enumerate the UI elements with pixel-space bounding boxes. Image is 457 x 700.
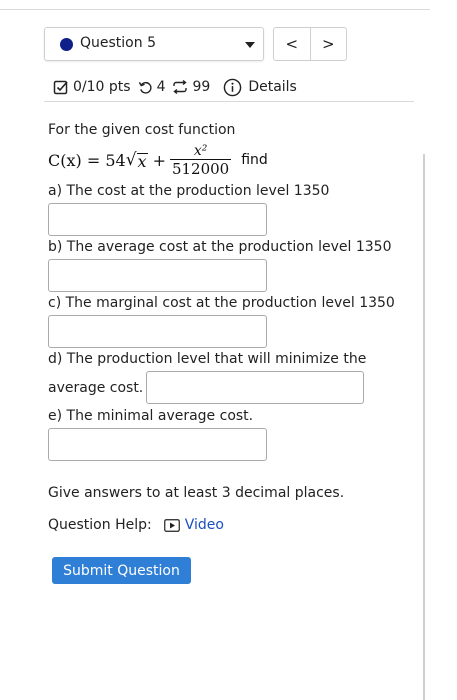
prev-question-button[interactable]: < bbox=[274, 28, 310, 60]
info-icon bbox=[224, 78, 242, 96]
vertical-scrollbar[interactable] bbox=[423, 154, 425, 700]
formula-denominator: 512000 bbox=[169, 158, 232, 178]
formula-lhs: C(x) = 54 bbox=[48, 150, 126, 170]
answer-b-input[interactable] bbox=[48, 259, 267, 292]
formula-plus: + bbox=[152, 150, 166, 170]
attempts-text: 99 bbox=[192, 79, 211, 95]
cost-function-formula: C(x) = 54 √ x + x² 512000 find bbox=[48, 138, 268, 182]
points-item: 0/10 pts bbox=[53, 79, 131, 95]
question-meta-bar: 0/10 pts 4 99 Details bbox=[53, 75, 304, 99]
retries-text: 4 bbox=[156, 79, 166, 95]
formula-fraction: x² 512000 bbox=[169, 142, 232, 178]
formula-sqrt: √ x bbox=[125, 149, 148, 171]
question-status-dot bbox=[60, 38, 73, 51]
retries-item: 4 bbox=[138, 79, 166, 95]
next-question-button[interactable]: > bbox=[309, 28, 347, 60]
answer-a-input[interactable] bbox=[48, 203, 267, 236]
answer-c-input[interactable] bbox=[48, 315, 267, 348]
answer-d-input[interactable] bbox=[146, 371, 364, 404]
question-nav: < > bbox=[273, 27, 347, 61]
video-link[interactable]: Video bbox=[163, 517, 224, 533]
formula-numerator: x² bbox=[193, 142, 208, 159]
top-divider bbox=[0, 9, 430, 10]
instructions-text: Give answers to at least 3 decimal place… bbox=[48, 485, 345, 501]
part-c-label: c) The marginal cost at the production l… bbox=[48, 295, 395, 311]
details-button[interactable]: Details bbox=[223, 78, 297, 97]
answer-e-input[interactable] bbox=[48, 428, 267, 461]
part-d-label: d) The production level that will minimi… bbox=[48, 351, 367, 367]
part-e-label: e) The minimal average cost. bbox=[48, 408, 254, 424]
attempts-item: 99 bbox=[172, 79, 210, 95]
formula-find: find bbox=[241, 152, 268, 168]
formula-sqrt-arg: x bbox=[136, 151, 148, 171]
question-help-label: Question Help: bbox=[48, 517, 152, 533]
retry-icon bbox=[173, 79, 188, 95]
part-a-label: a) The cost at the production level 1350 bbox=[48, 183, 330, 199]
video-link-label: Video bbox=[184, 517, 224, 533]
caret-down-icon bbox=[245, 42, 255, 48]
details-label: Details bbox=[248, 79, 297, 95]
checkbox-icon bbox=[53, 80, 68, 95]
part-b-label: b) The average cost at the production le… bbox=[48, 239, 392, 255]
undo-icon bbox=[138, 81, 152, 94]
sqrt-icon: √ bbox=[125, 149, 137, 170]
part-d-label-cont: average cost. bbox=[48, 380, 144, 396]
submit-question-button[interactable]: Submit Question bbox=[52, 557, 191, 584]
question-select[interactable]: Question 5 bbox=[44, 27, 264, 61]
points-text: 0/10 pts bbox=[73, 79, 131, 95]
video-icon bbox=[163, 518, 180, 532]
meta-divider bbox=[44, 101, 414, 102]
question-help-row: Question Help: Video bbox=[48, 517, 224, 533]
question-select-label: Question 5 bbox=[80, 35, 156, 51]
problem-intro: For the given cost function bbox=[48, 122, 236, 138]
